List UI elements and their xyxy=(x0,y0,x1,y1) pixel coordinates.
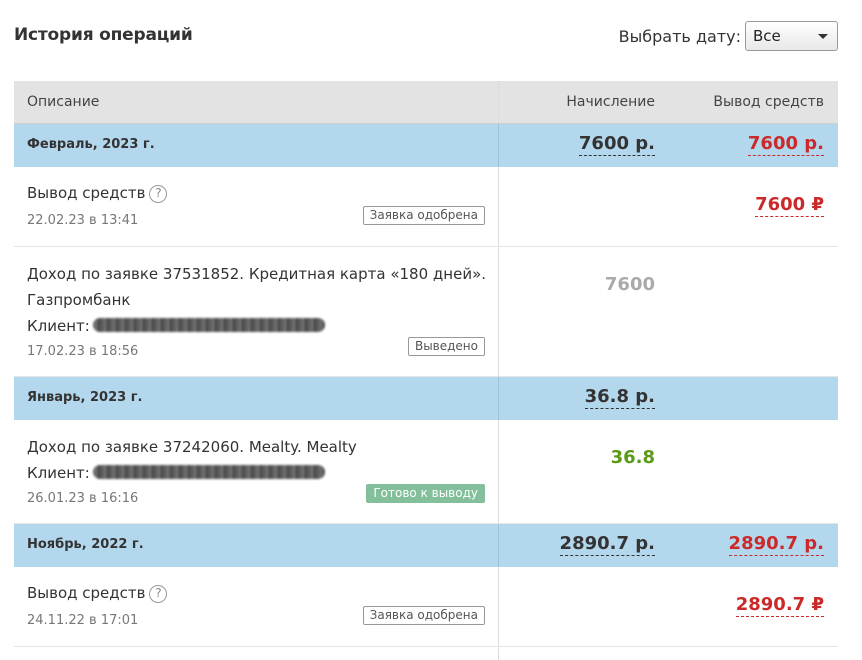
table-row: Доход по заявке 37242060. Mealty. Mealty… xyxy=(14,420,838,524)
table-row: Вывод средств? 22.02.23 в 13:41 Заявка о… xyxy=(14,167,838,247)
column-divider xyxy=(498,647,499,660)
month-credit-total[interactable]: 7600 р. xyxy=(578,133,655,156)
help-icon[interactable]: ? xyxy=(149,585,168,603)
table-row: Вывод средств? 24.11.22 в 17:01 Заявка о… xyxy=(14,567,838,647)
operation-title-text: Вывод средств xyxy=(27,184,146,202)
withdraw-amount[interactable]: 2890.7 ₽ xyxy=(735,594,824,617)
table-header: Описание Начисление Вывод средств xyxy=(14,81,838,124)
client-label: Клиент: xyxy=(27,317,90,335)
operation-date: 24.11.22 в 17:01 xyxy=(27,613,139,628)
operation-bank: Газпромбанк xyxy=(27,291,131,309)
operation-date: 22.02.23 в 13:41 xyxy=(27,213,139,228)
column-divider xyxy=(498,377,499,420)
column-divider xyxy=(498,247,499,376)
month-credit-total[interactable]: 2890.7 р. xyxy=(559,533,655,556)
status-badge: Выведено xyxy=(407,337,485,356)
month-label: Февраль, 2023 г. xyxy=(27,137,155,152)
month-label: Ноябрь, 2022 г. xyxy=(27,537,144,552)
credit-amount: 7600 xyxy=(604,274,655,295)
withdraw-amount[interactable]: 7600 ₽ xyxy=(755,194,824,217)
operations-table: Описание Начисление Вывод средств Феврал… xyxy=(14,81,838,660)
chevron-down-icon xyxy=(818,34,828,39)
column-divider xyxy=(498,420,499,523)
operation-title-text: Вывод средств xyxy=(27,584,146,602)
operation-title: Вывод средств? xyxy=(27,584,168,603)
operation-client: Клиент: xyxy=(27,464,325,482)
credit-amount: 36.8 xyxy=(610,447,655,468)
operation-description: Доход по заявке 37242060. Mealty. Mealty xyxy=(27,438,357,456)
operation-date: 17.02.23 в 18:56 xyxy=(27,344,139,359)
month-credit-total[interactable]: 36.8 р. xyxy=(584,386,655,409)
column-header-description: Описание xyxy=(27,94,100,110)
column-header-withdraw: Вывод средств xyxy=(713,94,824,110)
operation-title: Вывод средств? xyxy=(27,184,168,203)
month-withdraw-total[interactable]: 2890.7 р. xyxy=(728,533,824,556)
column-divider xyxy=(498,567,499,646)
month-row-february-2023: Февраль, 2023 г. 7600 р. 7600 р. xyxy=(14,124,838,167)
operation-description: Доход по заявке 37531852. Кредитная карт… xyxy=(27,265,487,283)
operation-date: 26.01.23 в 16:16 xyxy=(27,491,139,506)
operation-client: Клиент: xyxy=(27,317,325,335)
column-divider xyxy=(498,81,499,123)
column-divider xyxy=(498,524,499,567)
page-header: История операций Выбрать дату: Все xyxy=(14,0,838,80)
column-divider xyxy=(498,167,499,246)
help-icon[interactable]: ? xyxy=(149,185,168,203)
date-filter-label: Выбрать дату: xyxy=(618,26,741,46)
table-row: Доход по заявке 37531852. Кредитная карт… xyxy=(14,247,838,377)
table-row xyxy=(14,647,838,660)
status-badge: Заявка одобрена xyxy=(362,206,485,225)
redacted-client-name xyxy=(92,318,325,332)
month-withdraw-total[interactable]: 7600 р. xyxy=(747,133,824,156)
date-select-value: Все xyxy=(753,27,781,45)
column-divider xyxy=(498,124,499,167)
month-label: Январь, 2023 г. xyxy=(27,390,143,405)
status-badge: Заявка одобрена xyxy=(362,606,485,625)
date-select[interactable]: Все xyxy=(745,21,838,51)
column-header-credit: Начисление xyxy=(566,94,655,110)
page-title: История операций xyxy=(14,25,193,45)
month-row-january-2023: Январь, 2023 г. 36.8 р. xyxy=(14,377,838,420)
redacted-client-name xyxy=(92,465,325,479)
client-label: Клиент: xyxy=(27,464,90,482)
date-filter: Выбрать дату: Все xyxy=(619,21,838,51)
month-row-november-2022: Ноябрь, 2022 г. 2890.7 р. 2890.7 р. xyxy=(14,524,838,567)
status-badge: Готово к выводу xyxy=(366,484,485,503)
